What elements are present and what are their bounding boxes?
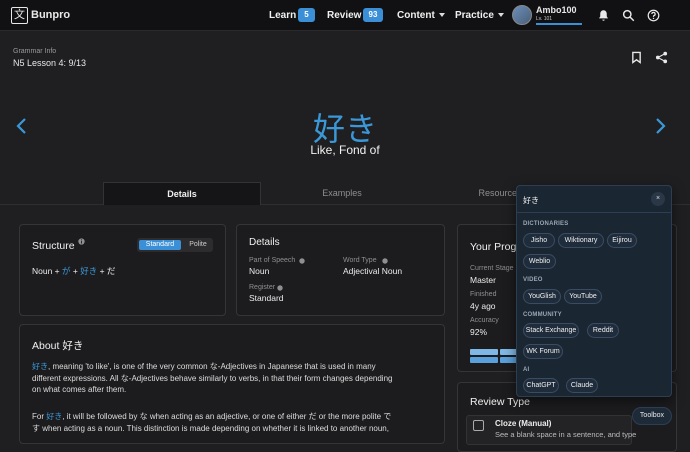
nav-practice-label: Practice <box>455 10 494 21</box>
structure-title: Structure <box>32 240 75 252</box>
chip-chatgpt[interactable]: ChatGPT <box>523 378 559 393</box>
top-nav: 文 Bunpro Learn 5 Review 93 Content Pract… <box>0 0 690 31</box>
chip-jisho[interactable]: Jisho <box>523 233 555 248</box>
suki-link[interactable]: 好き <box>46 412 62 421</box>
chip-claude[interactable]: Claude <box>566 378 598 393</box>
info-icon[interactable] <box>78 238 85 245</box>
search-icon[interactable] <box>622 9 635 22</box>
finished-label: Finished <box>470 291 497 298</box>
about-line: on what comes after them. <box>32 385 127 394</box>
formula-ga: が <box>62 266 71 276</box>
toggle-polite[interactable]: Polite <box>185 240 211 250</box>
about-line: す when acting as a noun. This distinctio… <box>32 423 389 433</box>
formula-da: + だ <box>97 266 116 276</box>
about-line: For 好き, it will be followed by な when ac… <box>32 411 442 423</box>
popup-title: 好き <box>523 196 539 205</box>
about-line: different expressions. All な-Adjectives … <box>32 373 393 383</box>
pos-label: Part of Speech <box>249 257 296 264</box>
bookmark-icon[interactable] <box>631 51 642 64</box>
chip-youglish[interactable]: YouGlish <box>523 289 561 304</box>
tab-details[interactable]: Details <box>103 182 261 205</box>
review-option-desc: See a blank space in a sentence, and typ… <box>495 430 637 439</box>
srs-segment <box>470 349 498 355</box>
nav-practice[interactable]: Practice <box>455 10 504 21</box>
formula-suki: 好き <box>80 266 98 276</box>
review-option-label: Cloze (Manual) <box>495 419 552 428</box>
user-level: Lv. 101 <box>536 16 553 22</box>
bunpro-logo-icon[interactable]: 文 <box>11 7 28 24</box>
pos-value: Noun <box>249 266 270 276</box>
word-type-value: Adjectival Noun <box>343 266 403 276</box>
nav-review[interactable]: Review <box>327 10 361 21</box>
accuracy-value: 92% <box>470 327 488 337</box>
help-icon[interactable] <box>647 9 660 22</box>
progress-title: Your Prog <box>470 241 517 253</box>
nav-content-label: Content <box>397 10 435 21</box>
review-count-badge[interactable]: 93 <box>363 8 383 22</box>
about-text: For <box>32 412 47 421</box>
toggle-standard[interactable]: Standard <box>139 240 181 250</box>
bell-icon[interactable] <box>597 9 610 22</box>
suki-link[interactable]: 好き <box>32 362 48 371</box>
chevron-down-icon <box>438 13 445 18</box>
stage-label: Current Stage <box>470 265 514 272</box>
info-icon[interactable] <box>382 258 388 264</box>
register-value: Standard <box>249 293 284 303</box>
close-icon[interactable]: × <box>651 192 665 206</box>
accuracy-label: Accuracy <box>470 317 499 324</box>
chip-eijirou[interactable]: Eijirou <box>607 233 637 248</box>
chip-weblio[interactable]: Weblio <box>523 254 556 269</box>
finished-value: 4y ago <box>470 301 496 311</box>
brand-name[interactable]: Bunpro <box>31 9 70 21</box>
chip-stack-exchange[interactable]: Stack Exchange <box>523 323 579 338</box>
formula-noun: Noun + <box>32 266 63 276</box>
toolbox-button[interactable]: Toolbox <box>632 407 672 425</box>
user-level-progress <box>536 23 582 25</box>
section-video: VIDEO <box>523 277 543 283</box>
review-type-title: Review Type <box>470 396 530 408</box>
grammar-meaning: Like, Fond of <box>310 143 380 157</box>
username[interactable]: Ambo100 <box>536 5 577 15</box>
chip-reddit[interactable]: Reddit <box>587 323 619 338</box>
about-text: , it will be followed by な when acting a… <box>62 412 392 421</box>
formula-plus: + <box>70 266 81 276</box>
word-type-label: Word Type <box>343 257 377 264</box>
section-community: COMMUNITY <box>523 312 562 318</box>
about-paragraph-1: 好き, meaning 'to like', is one of the ver… <box>32 361 442 396</box>
about-text: , meaning 'to like', is one of the very … <box>48 362 376 371</box>
chip-wk-forum[interactable]: WK Forum <box>523 344 563 359</box>
about-line: 好き, meaning 'to like', is one of the ver… <box>32 361 442 373</box>
stage-value: Master <box>470 275 496 285</box>
lesson-indicator: N5 Lesson 4: 9/13 <box>13 58 87 68</box>
about-title: About 好き <box>32 340 84 352</box>
resources-popup: 好き × DICTIONARIES Jisho Wiktionary Eijir… <box>516 185 672 397</box>
avatar[interactable] <box>512 5 532 25</box>
srs-segment <box>470 357 498 363</box>
chevron-down-icon <box>497 13 504 18</box>
grammar-info-label: Grammar Info <box>13 48 57 55</box>
info-icon[interactable] <box>299 258 305 264</box>
about-paragraph-2: For 好き, it will be followed by な when ac… <box>32 411 442 434</box>
checkbox[interactable] <box>473 420 484 431</box>
learn-count-badge[interactable]: 5 <box>298 8 315 22</box>
register-toggle[interactable]: Standard Polite <box>137 238 213 252</box>
divider <box>517 212 671 213</box>
nav-learn[interactable]: Learn <box>269 10 296 21</box>
chip-wiktionary[interactable]: Wiktionary <box>558 233 604 248</box>
register-label: Register <box>249 284 276 291</box>
section-dictionaries: DICTIONARIES <box>523 221 569 227</box>
nav-content[interactable]: Content <box>397 10 445 21</box>
info-icon[interactable] <box>277 285 283 291</box>
share-icon[interactable] <box>655 51 668 64</box>
details-title: Details <box>249 237 280 248</box>
section-ai: AI <box>523 367 530 373</box>
structure-formula: Noun + が + 好き + だ <box>32 265 115 277</box>
tab-examples[interactable]: Examples <box>263 182 421 205</box>
chip-youtube[interactable]: YouTube <box>564 289 602 304</box>
